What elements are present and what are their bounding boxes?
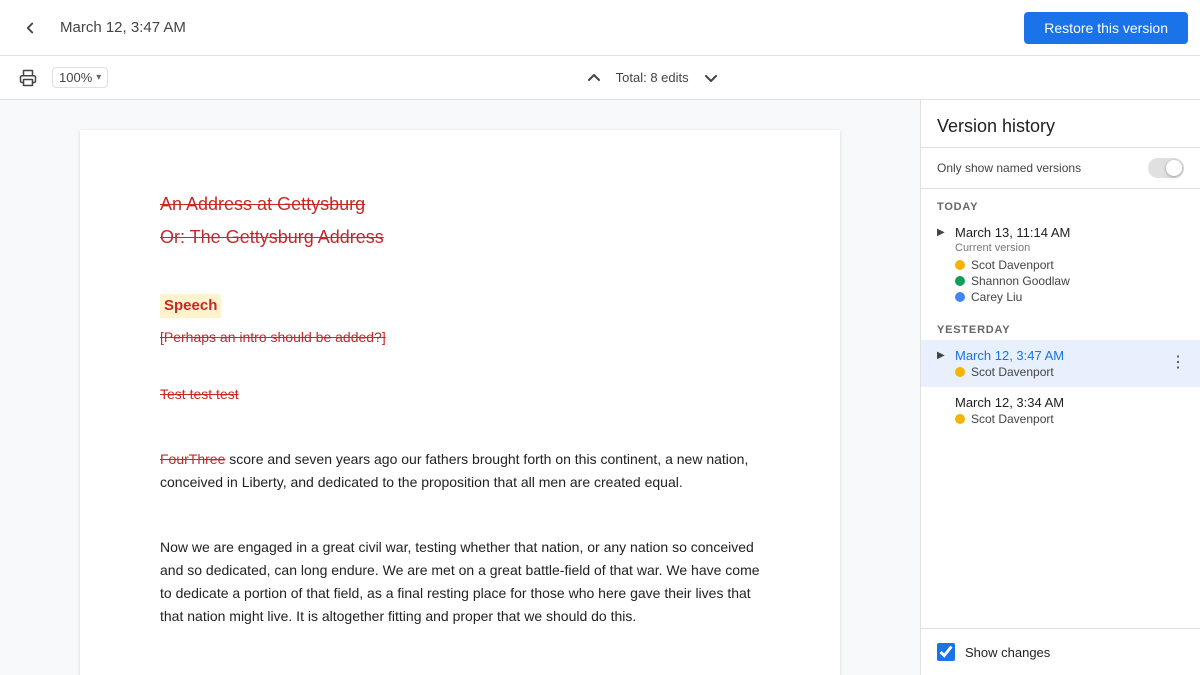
version-item-header: ▶ March 13, 11:14 AM xyxy=(937,225,1184,240)
top-bar: March 12, 3:47 AM Restore this version xyxy=(0,0,1200,56)
doc-paragraph1: FourThree score and seven years ago our … xyxy=(160,448,760,494)
total-edits: Total: 8 edits xyxy=(616,70,689,85)
nav-down-button[interactable] xyxy=(697,64,725,92)
version-user-scot-347: Scot Davenport xyxy=(955,365,1184,379)
user-name-scot-347: Scot Davenport xyxy=(971,365,1054,379)
doc-speech-highlight: Speech xyxy=(160,294,221,318)
document-area: An Address at Gettysburg Or: The Gettysb… xyxy=(0,100,920,675)
doc-paragraph2: Now we are engaged in a great civil war,… xyxy=(160,536,760,628)
user-name-scot-334: Scot Davenport xyxy=(971,412,1054,426)
user-dot-scot xyxy=(955,260,965,270)
restore-button[interactable]: Restore this version xyxy=(1024,12,1188,44)
version-time-march12-334: March 12, 3:34 AM xyxy=(955,395,1064,410)
version-history-sidebar: Version history Only show named versions… xyxy=(920,100,1200,675)
toolbar: 100% ▾ Total: 8 edits xyxy=(0,56,1200,100)
version-users-march12-347: Scot Davenport xyxy=(937,365,1184,379)
nav-up-button[interactable] xyxy=(580,64,608,92)
user-dot-carey xyxy=(955,292,965,302)
back-button[interactable] xyxy=(12,10,48,46)
version-item-march12-347[interactable]: ▶ March 12, 3:47 AM Scot Davenport ⋮ xyxy=(921,340,1200,387)
show-changes-bar: Show changes xyxy=(921,628,1200,675)
sidebar-filter: Only show named versions xyxy=(921,148,1200,189)
zoom-level: 100% xyxy=(59,70,92,85)
doc-test: Test test test xyxy=(160,383,760,405)
version-user-carey: Carey Liu xyxy=(955,290,1184,304)
doc-paragraph3: But, in a larger sense, we can not dedic… xyxy=(160,671,760,675)
show-changes-label: Show changes xyxy=(965,645,1050,660)
user-name-scot: Scot Davenport xyxy=(971,258,1054,272)
version-chevron-icon: ▶ xyxy=(937,227,949,238)
print-button[interactable] xyxy=(12,62,44,94)
version-item-header-march12-334: March 12, 3:34 AM xyxy=(937,395,1184,410)
user-dot-scot-334 xyxy=(955,414,965,424)
version-user-scot: Scot Davenport xyxy=(955,258,1184,272)
version-item-march13[interactable]: ▶ March 13, 11:14 AM Current version Sco… xyxy=(921,217,1200,312)
version-chevron-icon-347: ▶ xyxy=(937,350,949,361)
more-options-button-347[interactable]: ⋮ xyxy=(1164,348,1192,376)
version-time-march12-347: March 12, 3:47 AM xyxy=(955,348,1064,363)
user-dot-scot-347 xyxy=(955,367,965,377)
named-versions-toggle[interactable] xyxy=(1148,158,1184,178)
doc-fourthree: FourThree xyxy=(160,451,225,467)
doc-speech-comment: [Perhaps an intro should be added?] xyxy=(160,326,760,348)
doc-subtitle: Or: The Gettysburg Address xyxy=(160,223,760,252)
zoom-control[interactable]: 100% ▾ xyxy=(52,67,108,88)
user-name-shannon: Shannon Goodlaw xyxy=(971,274,1070,288)
section-yesterday-label: YESTERDAY xyxy=(921,312,1200,340)
user-name-carey: Carey Liu xyxy=(971,290,1022,304)
version-subtitle-march13: Current version xyxy=(937,242,1184,254)
version-users-march12-334: Scot Davenport xyxy=(937,412,1184,426)
version-user-scot-334: Scot Davenport xyxy=(955,412,1184,426)
show-changes-checkbox[interactable] xyxy=(937,643,955,661)
sidebar-title: Version history xyxy=(937,116,1184,137)
main: An Address at Gettysburg Or: The Gettysb… xyxy=(0,100,1200,675)
user-dot-shannon xyxy=(955,276,965,286)
toolbar-center: Total: 8 edits xyxy=(116,64,1188,92)
sidebar-versions-list: TODAY ▶ March 13, 11:14 AM Current versi… xyxy=(921,189,1200,628)
section-today-label: TODAY xyxy=(921,189,1200,217)
version-user-shannon: Shannon Goodlaw xyxy=(955,274,1184,288)
doc-title: An Address at Gettysburg xyxy=(160,190,760,219)
version-item-march12-334[interactable]: March 12, 3:34 AM Scot Davenport xyxy=(921,387,1200,434)
zoom-dropdown-icon: ▾ xyxy=(96,72,101,83)
document-page: An Address at Gettysburg Or: The Gettysb… xyxy=(80,130,840,675)
version-item-header-march12-347: ▶ March 12, 3:47 AM xyxy=(937,348,1184,363)
version-title: March 12, 3:47 AM xyxy=(60,19,1012,36)
filter-label: Only show named versions xyxy=(937,161,1138,175)
version-users-march13: Scot Davenport Shannon Goodlaw Carey Liu xyxy=(937,258,1184,304)
version-time-march13: March 13, 11:14 AM xyxy=(955,225,1070,240)
sidebar-header: Version history xyxy=(921,100,1200,148)
